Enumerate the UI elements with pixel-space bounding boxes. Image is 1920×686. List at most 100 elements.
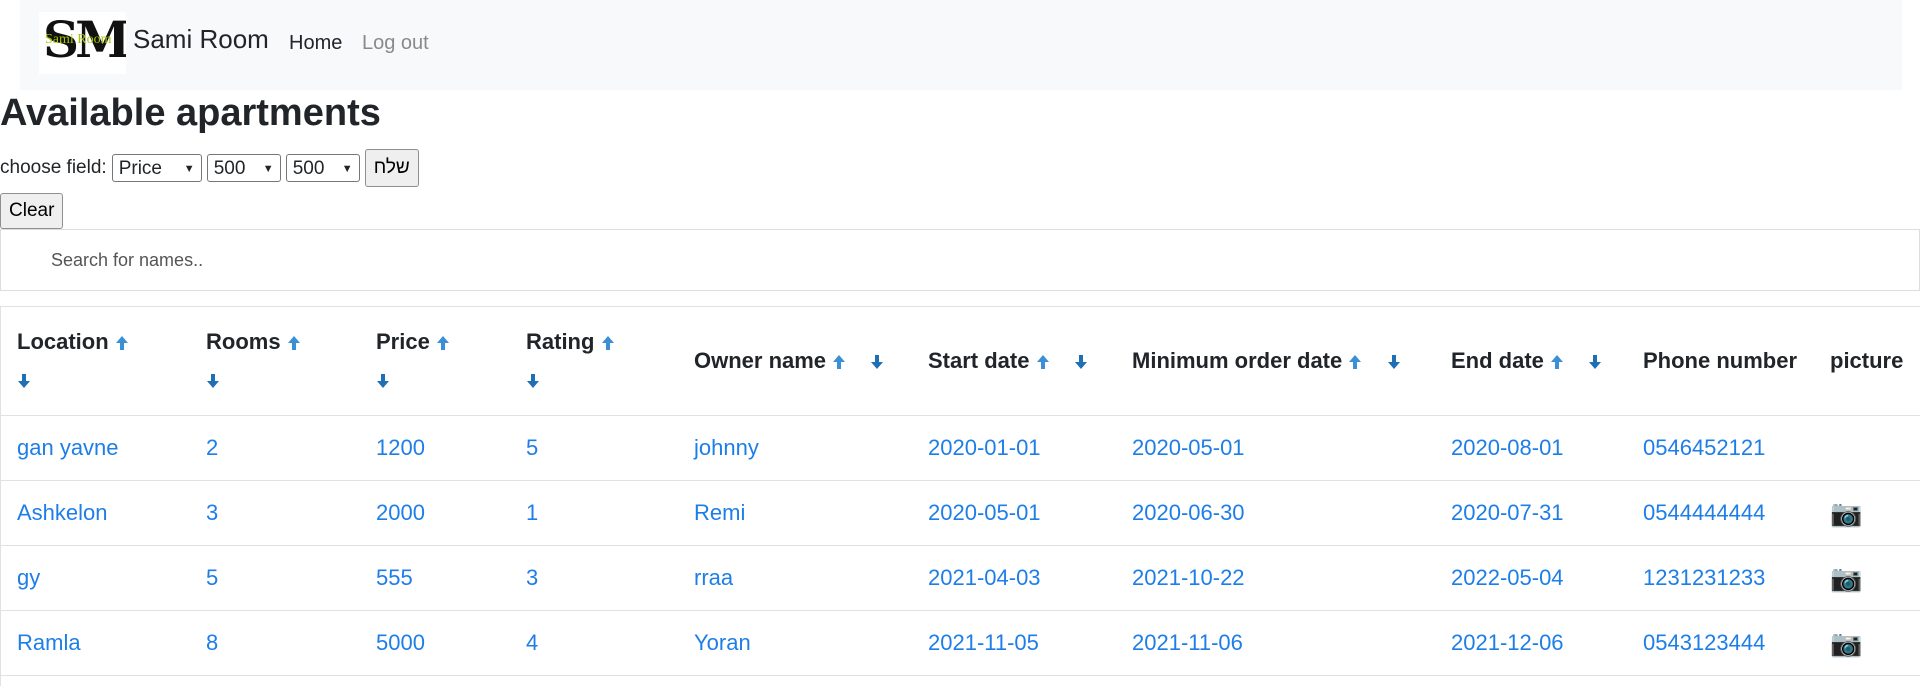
brand-name[interactable]: Sami Room: [133, 24, 269, 55]
cell-picture: 📷: [1814, 545, 1920, 611]
cell-start-date[interactable]: 2020-01-01: [912, 415, 1116, 481]
send-button[interactable]: שלח: [364, 149, 419, 187]
filter-label: choose field:: [0, 157, 107, 178]
sort-up-icon[interactable]: [1550, 354, 1564, 370]
cell-picture: [1814, 415, 1920, 481]
cell-location[interactable]: gy: [1, 545, 190, 611]
column-header-end-date: End date: [1435, 307, 1627, 416]
nav-logout-link[interactable]: Log out: [362, 32, 429, 55]
column-header-label: Minimum order date: [1132, 348, 1343, 373]
cell-minimum-order-date[interactable]: 2021-10-22: [1116, 545, 1435, 611]
search-input[interactable]: Search for names..: [0, 229, 1920, 291]
column-header-label: picture: [1830, 348, 1904, 373]
cell-rooms[interactable]: 3: [190, 480, 360, 546]
dropdown-arrow-icon: ▼: [341, 163, 353, 175]
clear-button[interactable]: Clear: [0, 193, 64, 229]
cell-rating[interactable]: 4: [510, 610, 678, 676]
cell-price[interactable]: 2000: [360, 480, 510, 546]
cell-location[interactable]: gan yavne: [1, 415, 190, 481]
column-header-phone-number: Phone number: [1627, 307, 1814, 416]
cell-rooms[interactable]: 8: [190, 610, 360, 676]
sort-down-icon[interactable]: [206, 373, 220, 389]
column-header-label: Location: [17, 329, 109, 354]
sort-down-icon[interactable]: [17, 373, 31, 389]
logo-subtext: Sami Room: [45, 32, 112, 47]
column-header-location: Location: [1, 307, 190, 416]
nav-home-link[interactable]: Home: [289, 32, 342, 55]
min-value-select[interactable]: 500 ▼: [206, 154, 281, 182]
sort-down-icon[interactable]: [1387, 354, 1401, 370]
cell-minimum-order-date[interactable]: 2020-05-01: [1116, 415, 1435, 481]
cell-start-date[interactable]: 2021-11-05: [912, 610, 1116, 676]
table-row[interactable]: Ashkelon 3 2000 1 Remi 2020-05-01 2020-0…: [1, 480, 1920, 546]
cell-end-date[interactable]: 2020-08-01: [1435, 415, 1627, 481]
sort-up-icon[interactable]: [287, 335, 301, 351]
max-value-select-value: 500: [292, 158, 325, 179]
sort-up-icon[interactable]: [1036, 354, 1050, 370]
camera-icon[interactable]: 📷: [1830, 628, 1862, 658]
sort-down-icon[interactable]: [376, 373, 390, 389]
cell-start-date[interactable]: 2021-04-03: [912, 545, 1116, 611]
sort-up-icon[interactable]: [601, 335, 615, 351]
cell-phone-number[interactable]: 0544444444: [1627, 480, 1814, 546]
cell-location[interactable]: Ramla: [1, 610, 190, 676]
cell-phone-number[interactable]: 1231231233: [1627, 545, 1814, 611]
cell-phone-number[interactable]: 0546452121: [1627, 415, 1814, 481]
column-header-label: Price: [376, 329, 430, 354]
column-header-label: End date: [1451, 348, 1544, 373]
apartments-table: Location Rooms Price Rating Owner name S…: [0, 306, 1920, 686]
navbar: SM Sami Room Sami Room Home Log out: [20, 0, 1902, 90]
field-select-value: Price: [118, 158, 162, 179]
sort-down-icon[interactable]: [1588, 354, 1602, 370]
min-value-select-value: 500: [213, 158, 246, 179]
camera-icon[interactable]: 📷: [1830, 498, 1862, 528]
column-header-label: Rating: [526, 329, 595, 354]
cell-minimum-order-date[interactable]: 2021-11-06: [1116, 610, 1435, 676]
camera-icon[interactable]: 📷: [1830, 563, 1862, 593]
cell-end-date[interactable]: 2021-12-06: [1435, 610, 1627, 676]
column-header-picture: picture: [1814, 307, 1920, 416]
sort-up-icon[interactable]: [436, 335, 450, 351]
cell-minimum-order-date[interactable]: 2020-06-30: [1116, 480, 1435, 546]
sort-down-icon[interactable]: [526, 373, 540, 389]
column-header-label: Rooms: [206, 329, 281, 354]
table-row[interactable]: gan yavne 2 1200 5 johnny 2020-01-01 202…: [1, 415, 1920, 481]
brand-logo[interactable]: SM Sami Room: [39, 12, 126, 74]
sort-down-icon[interactable]: [1074, 354, 1088, 370]
sort-up-icon[interactable]: [115, 335, 129, 351]
table-row[interactable]: gy 5 555 3 rraa 2021-04-03 2021-10-22 20…: [1, 545, 1920, 611]
table-row[interactable]: Ramla 8 5000 4 Yoran 2021-11-05 2021-11-…: [1, 610, 1920, 676]
dropdown-arrow-icon: ▼: [183, 163, 195, 175]
cell-picture: 📷: [1814, 480, 1920, 546]
cell-rating[interactable]: 1: [510, 480, 678, 546]
cell-owner-name[interactable]: rraa: [678, 545, 912, 611]
cell-owner-name[interactable]: Remi: [678, 480, 912, 546]
max-value-select[interactable]: 500 ▼: [285, 154, 360, 182]
page-title: Available apartments: [0, 92, 381, 134]
sort-up-icon[interactable]: [832, 354, 846, 370]
column-header-rooms: Rooms: [190, 307, 360, 416]
cell-owner-name[interactable]: Yoran: [678, 610, 912, 676]
cell-end-date[interactable]: 2020-07-31: [1435, 480, 1627, 546]
cell-start-date[interactable]: 2020-05-01: [912, 480, 1116, 546]
dropdown-arrow-icon: ▼: [262, 163, 274, 175]
column-header-rating: Rating: [510, 307, 678, 416]
cell-rating[interactable]: 5: [510, 415, 678, 481]
cell-price[interactable]: 555: [360, 545, 510, 611]
cell-end-date[interactable]: 2022-05-04: [1435, 545, 1627, 611]
cell-price[interactable]: 5000: [360, 610, 510, 676]
sort-down-icon[interactable]: [870, 354, 884, 370]
cell-phone-number[interactable]: 0543123444: [1627, 610, 1814, 676]
cell-price[interactable]: 1200: [360, 415, 510, 481]
sort-up-icon[interactable]: [1348, 354, 1362, 370]
cell-rooms[interactable]: 2: [190, 415, 360, 481]
column-header-label: Phone number: [1643, 348, 1798, 373]
cell-rating[interactable]: 3: [510, 545, 678, 611]
filter-row: choose field: Price ▼ 500 ▼ 500 ▼ שלח: [0, 149, 419, 187]
cell-location[interactable]: Ashkelon: [1, 480, 190, 546]
cell-rooms[interactable]: 5: [190, 545, 360, 611]
cell-owner-name[interactable]: johnny: [678, 415, 912, 481]
table-header-row: Location Rooms Price Rating Owner name S…: [1, 307, 1920, 416]
field-select[interactable]: Price ▼: [111, 154, 202, 182]
column-header-label: Owner name: [694, 348, 827, 373]
